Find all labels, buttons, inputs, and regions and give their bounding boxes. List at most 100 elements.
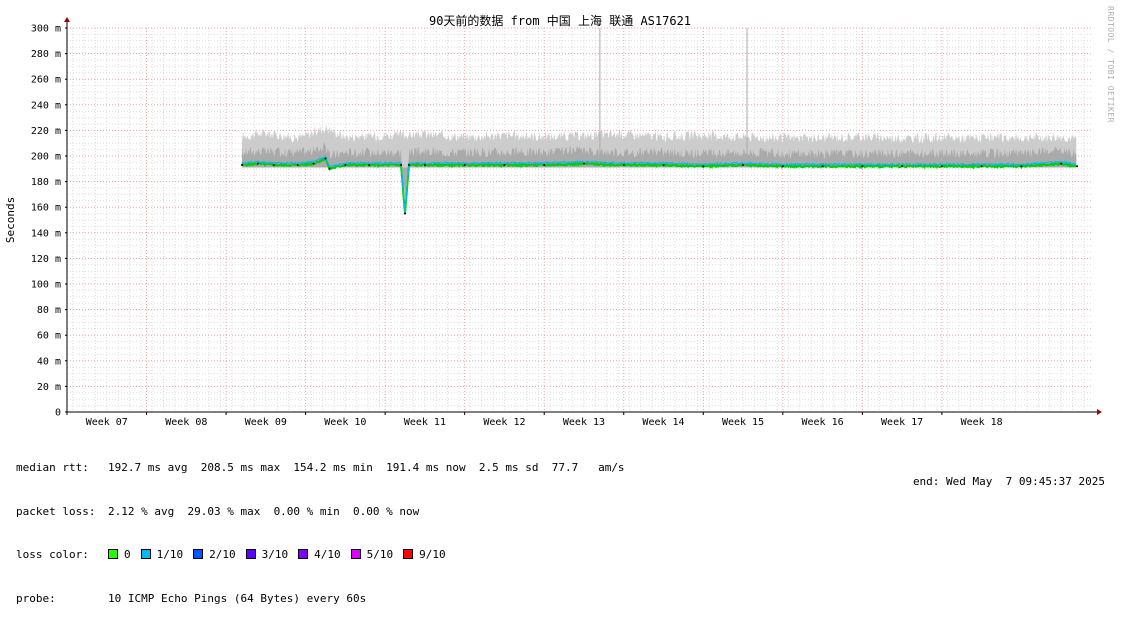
median-rtt-point: [272, 163, 275, 166]
y-tick-label: 120 m: [31, 254, 61, 265]
loss-color-swatch: [108, 549, 118, 559]
chart-title: 90天前的数据 from 中国 上海 联通 AS17621: [429, 13, 691, 28]
y-tick-label: 20 m: [37, 382, 61, 393]
x-tick-label: Week 11: [404, 417, 446, 428]
stats-legend: median rtt: 192.7 ms avg 208.5 ms max 154…: [16, 432, 625, 621]
median-rtt-point: [503, 163, 506, 166]
x-tick-label: Week 15: [722, 417, 764, 428]
median-rtt-label: median rtt:: [16, 461, 89, 474]
y-axis-label: Seconds: [4, 197, 17, 243]
x-tick-label: Week 14: [642, 417, 684, 428]
median-rtt-point: [404, 212, 407, 215]
y-tick-label: 100 m: [31, 280, 61, 291]
loss-color-value: 3/10: [261, 548, 289, 561]
median-rtt-point: [408, 163, 410, 166]
loss-color-item: 4/10: [298, 548, 341, 563]
x-tick-label: Week 18: [961, 417, 1003, 428]
y-axis-arrow: [64, 17, 70, 22]
end-timestamp: end: Wed May 7 09:45:37 2025: [912, 475, 1105, 488]
median-rtt-point: [1060, 162, 1063, 165]
probe-row: probe: 10 ICMP Echo Pings (64 Bytes) ever…: [16, 592, 625, 607]
loss-color-swatch: [193, 549, 204, 559]
median-rtt-point: [543, 163, 546, 166]
rrdtool-watermark: RRDTOOL / TOBI OETIKER: [1106, 6, 1115, 123]
y-tick-label: 200 m: [31, 152, 61, 163]
y-tick-label: 300 m: [31, 24, 61, 35]
x-tick-label: Week 07: [86, 417, 128, 428]
loss-color-item: 3/10: [245, 548, 289, 563]
y-tick-label: 140 m: [31, 228, 61, 239]
loss-color-value: 1/10: [156, 548, 184, 561]
latency-chart: 0 20 m 40 m 60 m 80 m 100 m 120 m 140 m 160 m 180…: [0, 0, 1121, 494]
median-rtt-point: [312, 162, 315, 165]
x-tick-label: Week 10: [324, 417, 366, 428]
median-rtt-point: [344, 163, 347, 166]
median-rtt-point: [702, 165, 705, 168]
median-rtt-point: [821, 165, 824, 168]
loss-color-item: 2/10: [193, 548, 236, 563]
loss-color-items: 0 1/10 2/10 3/10 4/10 5/10 9/10: [108, 548, 456, 561]
x-tick-label: Week 09: [245, 417, 287, 428]
median-rtt-point: [328, 167, 331, 170]
x-tick-label: Week 12: [483, 417, 525, 428]
y-tick-label: 0: [55, 408, 61, 419]
y-tick-label: 180 m: [31, 177, 61, 188]
loss-color-item: 5/10: [350, 548, 394, 563]
loss-color-value: 9/10: [419, 548, 446, 561]
median-rtt-point: [400, 163, 403, 166]
median-rtt-point: [1020, 165, 1023, 168]
median-rtt-point: [662, 163, 665, 166]
loss-color-value: 4/10: [314, 548, 341, 561]
median-rtt-point: [980, 165, 983, 168]
median-rtt-point: [622, 163, 625, 166]
y-tick-label: 220 m: [31, 126, 61, 137]
loss-color-label: loss color:: [16, 548, 89, 561]
loss-color-item: 0: [108, 548, 131, 563]
loss-color-swatch: [403, 549, 414, 559]
loss-color-value: 5/10: [366, 548, 394, 561]
packet-loss-label: packet loss:: [16, 504, 96, 518]
loss-color-swatch: [350, 549, 361, 559]
median-rtt-point: [463, 163, 466, 166]
median-rtt-point: [861, 165, 864, 168]
y-tick-label: 280 m: [31, 49, 61, 60]
median-rtt-text: 192.7 ms avg 208.5 ms max 154.2 ms min 1…: [108, 461, 625, 474]
median-rtt-point: [296, 163, 299, 166]
loss-color-item: 1/10: [140, 548, 184, 563]
loss-color-value: 2/10: [209, 548, 236, 561]
median-rtt-point: [582, 162, 585, 165]
probe-label: probe:: [16, 591, 56, 605]
probe-text: 10 ICMP Echo Pings (64 Bytes) every 60s: [108, 591, 367, 605]
x-axis-arrow: [1097, 409, 1102, 415]
packet-loss-row: packet loss: 2.12 % avg 29.03 % max 0.00 …: [16, 505, 625, 520]
loss-color-row: loss color: 0 1/10 2/10 3/10 4/10 5/10 9/10: [16, 548, 625, 563]
loss-color-swatch: [298, 549, 309, 559]
y-tick-label: 260 m: [31, 75, 61, 86]
loss-color-item: 9/10: [403, 548, 446, 563]
median-rtt-point: [781, 165, 784, 168]
latency-chart-svg: 0 20 m 40 m 60 m 80 m 100 m 120 m 140 m 160 m 180…: [4, 6, 1115, 428]
median-rtt-point: [324, 157, 327, 160]
loss-color-value: 0: [124, 548, 131, 561]
x-tick-label: Week 08: [165, 417, 207, 428]
x-tick-label: Week 17: [881, 417, 923, 428]
median-rtt-point: [240, 163, 243, 166]
median-rtt-point: [368, 163, 371, 166]
median-rtt-row: median rtt: 192.7 ms avg 208.5 ms max 154…: [16, 461, 625, 476]
y-tick-label: 160 m: [31, 203, 61, 214]
y-tick-label: 60 m: [37, 331, 61, 342]
median-rtt-point: [1076, 165, 1079, 168]
x-tick-label: Week 16: [802, 417, 844, 428]
loss-color-swatch: [245, 549, 256, 559]
median-rtt-point: [256, 162, 259, 165]
y-tick-label: 240 m: [31, 100, 61, 111]
median-rtt-point: [901, 165, 904, 168]
median-rtt-point: [940, 165, 943, 168]
packet-loss-text: 2.12 % avg 29.03 % max 0.00 % min 0.00 %…: [108, 504, 420, 518]
loss-color-swatch: [140, 549, 151, 559]
y-tick-label: 40 m: [37, 356, 61, 367]
x-tick-label: Week 13: [563, 417, 605, 428]
median-rtt-point: [423, 163, 426, 166]
median-rtt-point: [742, 163, 745, 166]
y-tick-label: 80 m: [37, 305, 61, 316]
